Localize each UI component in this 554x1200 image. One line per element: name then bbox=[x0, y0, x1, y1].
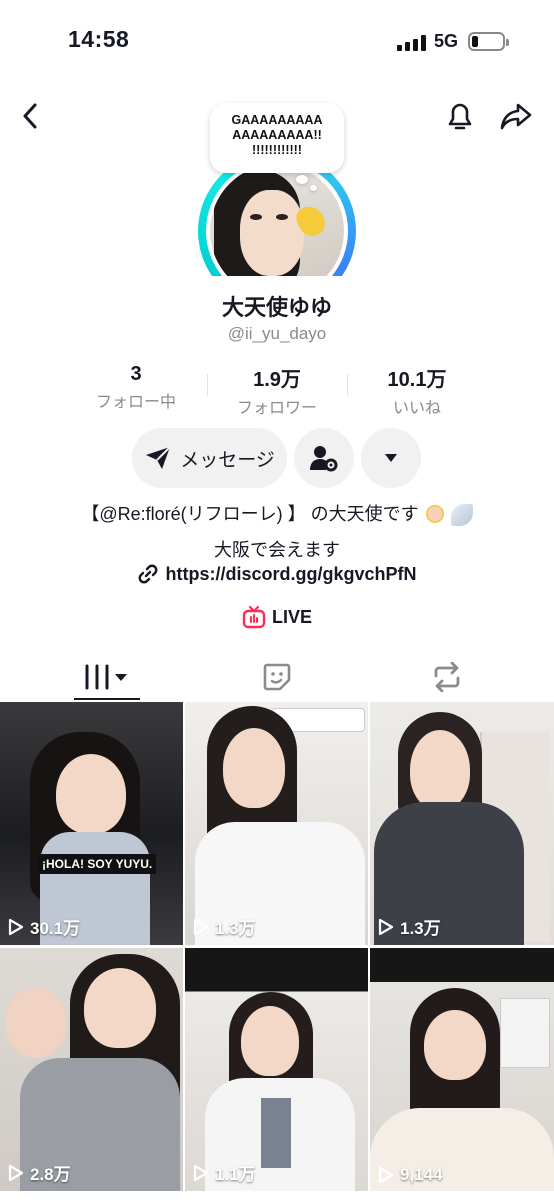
video-views: 1.1万 bbox=[193, 1160, 256, 1185]
bell-icon bbox=[448, 103, 472, 130]
message-button-label: メッセージ bbox=[180, 449, 275, 471]
play-icon bbox=[193, 918, 209, 935]
tab-reposts[interactable] bbox=[392, 654, 502, 700]
video-views: 1.3万 bbox=[193, 914, 256, 939]
network-type: 5G bbox=[434, 31, 459, 51]
battery-icon bbox=[468, 32, 509, 51]
stat-value: 10.1万 bbox=[387, 369, 447, 391]
tab-stickers[interactable] bbox=[222, 654, 332, 700]
live-label: LIVE bbox=[272, 606, 313, 627]
video-grid-icon bbox=[85, 664, 127, 690]
chevron-left-icon bbox=[23, 103, 37, 129]
stat-value: 1.9万 bbox=[253, 369, 301, 391]
signal-icon bbox=[397, 35, 427, 51]
stat-label: いいね bbox=[392, 400, 441, 417]
live-button[interactable]: LIVE bbox=[242, 605, 312, 629]
view-count: 1.3万 bbox=[400, 919, 441, 938]
video-tile[interactable]: 1.3万 bbox=[185, 702, 368, 945]
more-dropdown-button[interactable] bbox=[361, 428, 421, 488]
stat-label: フォロワー bbox=[236, 400, 317, 417]
play-icon bbox=[378, 1166, 394, 1184]
status-time: 14:58 bbox=[68, 26, 130, 52]
bio-text: 【@Re:floré(リフローレ) 】 の大天使です bbox=[81, 504, 419, 524]
bio-link-text: https://discord.gg/gkgvchPfN bbox=[165, 563, 417, 584]
link-icon bbox=[139, 564, 158, 584]
stat-following[interactable]: 3 フォロー中 bbox=[66, 363, 206, 412]
bio-link[interactable]: https://discord.gg/gkgvchPfN bbox=[0, 563, 554, 585]
repost-icon bbox=[434, 662, 460, 692]
back-button[interactable] bbox=[10, 96, 50, 136]
profile-name: 大天使ゆゆ bbox=[221, 295, 332, 320]
video-views: 9,144 bbox=[378, 1165, 443, 1185]
play-icon bbox=[8, 918, 24, 935]
bio-line-1: 【@Re:floré(リフローレ) 】 の大天使です bbox=[0, 500, 554, 527]
tab-indicator bbox=[74, 698, 140, 700]
video-tile[interactable]: 9,144 bbox=[370, 948, 554, 1191]
speech-bubble: GAAAAAAAAA AAAAAAAAA!! !!!!!!!!!!!! bbox=[210, 103, 344, 191]
follow-settings-button[interactable] bbox=[294, 428, 354, 488]
status-bar: 14:58 5G bbox=[0, 0, 554, 84]
share-icon bbox=[500, 103, 532, 130]
video-tile[interactable]: 1.1万 bbox=[185, 948, 368, 1191]
notification-bell-button[interactable] bbox=[440, 96, 480, 136]
send-icon bbox=[146, 446, 171, 469]
video-tile[interactable]: 1.3万 bbox=[370, 702, 554, 945]
speech-bubble-text: GAAAAAAAAA AAAAAAAAA!! !!!!!!!!!!!! bbox=[231, 113, 323, 157]
video-caption: ¡HOLA! SOY YUYU. bbox=[38, 854, 157, 874]
share-button[interactable] bbox=[496, 96, 536, 136]
profile-handle: @ii_yu_dayo bbox=[227, 324, 327, 343]
view-count: 9,144 bbox=[400, 1165, 443, 1184]
wing-icon bbox=[450, 504, 473, 527]
caret-down-icon bbox=[385, 454, 397, 462]
view-count: 30.1万 bbox=[30, 919, 81, 938]
view-count: 2.8万 bbox=[30, 1165, 71, 1184]
stat-followers[interactable]: 1.9万 フォロワー bbox=[207, 363, 347, 418]
tab-videos[interactable] bbox=[52, 654, 162, 700]
video-views: 30.1万 bbox=[8, 914, 80, 939]
video-views: 1.3万 bbox=[378, 914, 441, 939]
video-tile[interactable]: ¡HOLA! SOY YUYU. 30.1万 bbox=[0, 702, 183, 945]
play-icon bbox=[8, 1164, 24, 1181]
stat-value: 3 bbox=[130, 363, 142, 385]
user-settings-icon bbox=[310, 446, 338, 472]
video-views: 2.8万 bbox=[8, 1160, 71, 1185]
play-icon bbox=[193, 1164, 209, 1181]
view-count: 1.1万 bbox=[215, 1165, 256, 1184]
sticker-icon bbox=[263, 663, 291, 691]
stat-likes[interactable]: 10.1万 いいね bbox=[347, 363, 487, 418]
baby-angel-icon bbox=[423, 504, 446, 527]
view-count: 1.3万 bbox=[215, 919, 256, 938]
live-tv-icon bbox=[242, 605, 266, 629]
stat-label: フォロー中 bbox=[95, 394, 176, 411]
bio-line-2: 大阪で会えます bbox=[214, 540, 340, 560]
message-button[interactable]: メッセージ bbox=[132, 428, 287, 488]
video-tile[interactable]: 2.8万 bbox=[0, 948, 183, 1191]
play-icon bbox=[378, 918, 394, 935]
